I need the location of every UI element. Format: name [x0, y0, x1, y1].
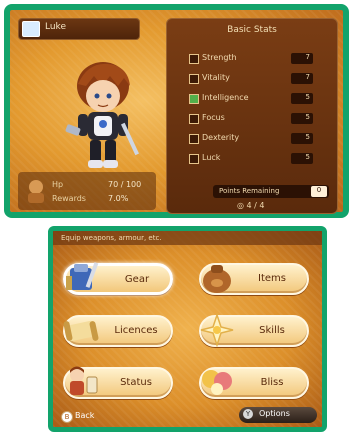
stat-row-luck[interactable]: Luck 5: [189, 153, 313, 165]
character-info-icon: [28, 180, 44, 203]
basic-stats-panel: Basic Stats Strength 7 Vitality 7 Intell…: [166, 18, 338, 214]
status-button[interactable]: Status: [63, 366, 173, 399]
licences-button[interactable]: Licences: [63, 315, 173, 347]
stat-row-dexterity[interactable]: Dexterity 5: [189, 133, 313, 145]
stat-name: Focus: [202, 113, 225, 122]
back-label: Back: [75, 411, 95, 420]
y-button-icon: Y: [243, 409, 253, 419]
character-name: Luke: [45, 22, 66, 32]
points-remaining-value: 0: [311, 186, 327, 197]
character-name-plate: Luke: [18, 18, 140, 40]
bag-icon: [203, 265, 231, 293]
stat-row-strength[interactable]: Strength 7: [189, 53, 313, 65]
help-text: Equip weapons, armour, etc.: [53, 231, 322, 245]
stat-checkbox[interactable]: [189, 74, 199, 84]
menu-label: Status: [120, 377, 152, 388]
character-sprite: [65, 62, 139, 168]
sparkle-icon: [200, 312, 234, 348]
hp-label: Hp: [52, 180, 64, 189]
stat-name: Strength: [202, 53, 237, 62]
stat-checkbox[interactable]: [189, 94, 199, 104]
stat-row-vitality[interactable]: Vitality 7: [189, 73, 313, 85]
stat-name: Dexterity: [202, 133, 240, 142]
stat-checkbox[interactable]: [189, 54, 199, 64]
character-portrait-icon: [22, 21, 40, 37]
stat-name: Intelligence: [202, 93, 249, 102]
b-button-icon: B: [61, 411, 73, 423]
menu-label: Skills: [259, 325, 285, 336]
stat-value: 5: [291, 113, 313, 124]
page-indicator: ◎ 4 / 4: [237, 201, 265, 210]
stat-row-focus[interactable]: Focus 5: [189, 113, 313, 125]
rewards-label: Rewards: [52, 194, 86, 203]
stat-name: Luck: [202, 153, 221, 162]
stat-value: 5: [291, 153, 313, 164]
bliss-button[interactable]: Bliss: [199, 367, 309, 399]
gear-button[interactable]: Gear: [63, 262, 173, 295]
armor-icon: [66, 262, 99, 290]
scroll-icon: [63, 320, 99, 342]
hp-value: 70 / 100: [108, 180, 142, 189]
stat-name: Vitality: [202, 73, 230, 82]
bliss-icon: [202, 370, 232, 395]
stat-value: 7: [291, 73, 313, 84]
character-icon: [70, 366, 98, 395]
page-arrows-icon: ◎: [237, 201, 247, 210]
points-remaining: Points Remaining 0: [213, 185, 329, 198]
options-button[interactable]: Y Options: [239, 407, 317, 423]
character-info-box: Hp 70 / 100 Rewards 7.0%: [18, 172, 156, 210]
menu-label: Gear: [124, 274, 150, 285]
bottom-screen: Equip weapons, armour, etc. Gear Items L…: [48, 226, 327, 432]
stat-checkbox[interactable]: [189, 154, 199, 164]
stat-value: 5: [291, 133, 313, 144]
stat-row-intelligence[interactable]: Intelligence 5: [189, 93, 313, 105]
items-button[interactable]: Items: [199, 263, 309, 295]
stat-checkbox[interactable]: [189, 114, 199, 124]
page-indicator-text: 4 / 4: [246, 201, 265, 210]
menu-label: Licences: [114, 325, 158, 336]
top-screen: Luke Hp 70 / 100 Rewards 7.0% Basic Stat…: [4, 4, 349, 218]
stat-value: 5: [291, 93, 313, 104]
points-remaining-label: Points Remaining: [219, 187, 280, 195]
skills-button[interactable]: Skills: [199, 312, 309, 348]
options-label: Options: [259, 409, 290, 418]
menu-label: Items: [258, 273, 286, 284]
menu-label: Bliss: [260, 377, 284, 388]
stats-panel-title: Basic Stats: [227, 25, 277, 35]
rewards-value: 7.0%: [108, 194, 129, 203]
stat-value: 7: [291, 53, 313, 64]
stat-checkbox[interactable]: [189, 134, 199, 144]
